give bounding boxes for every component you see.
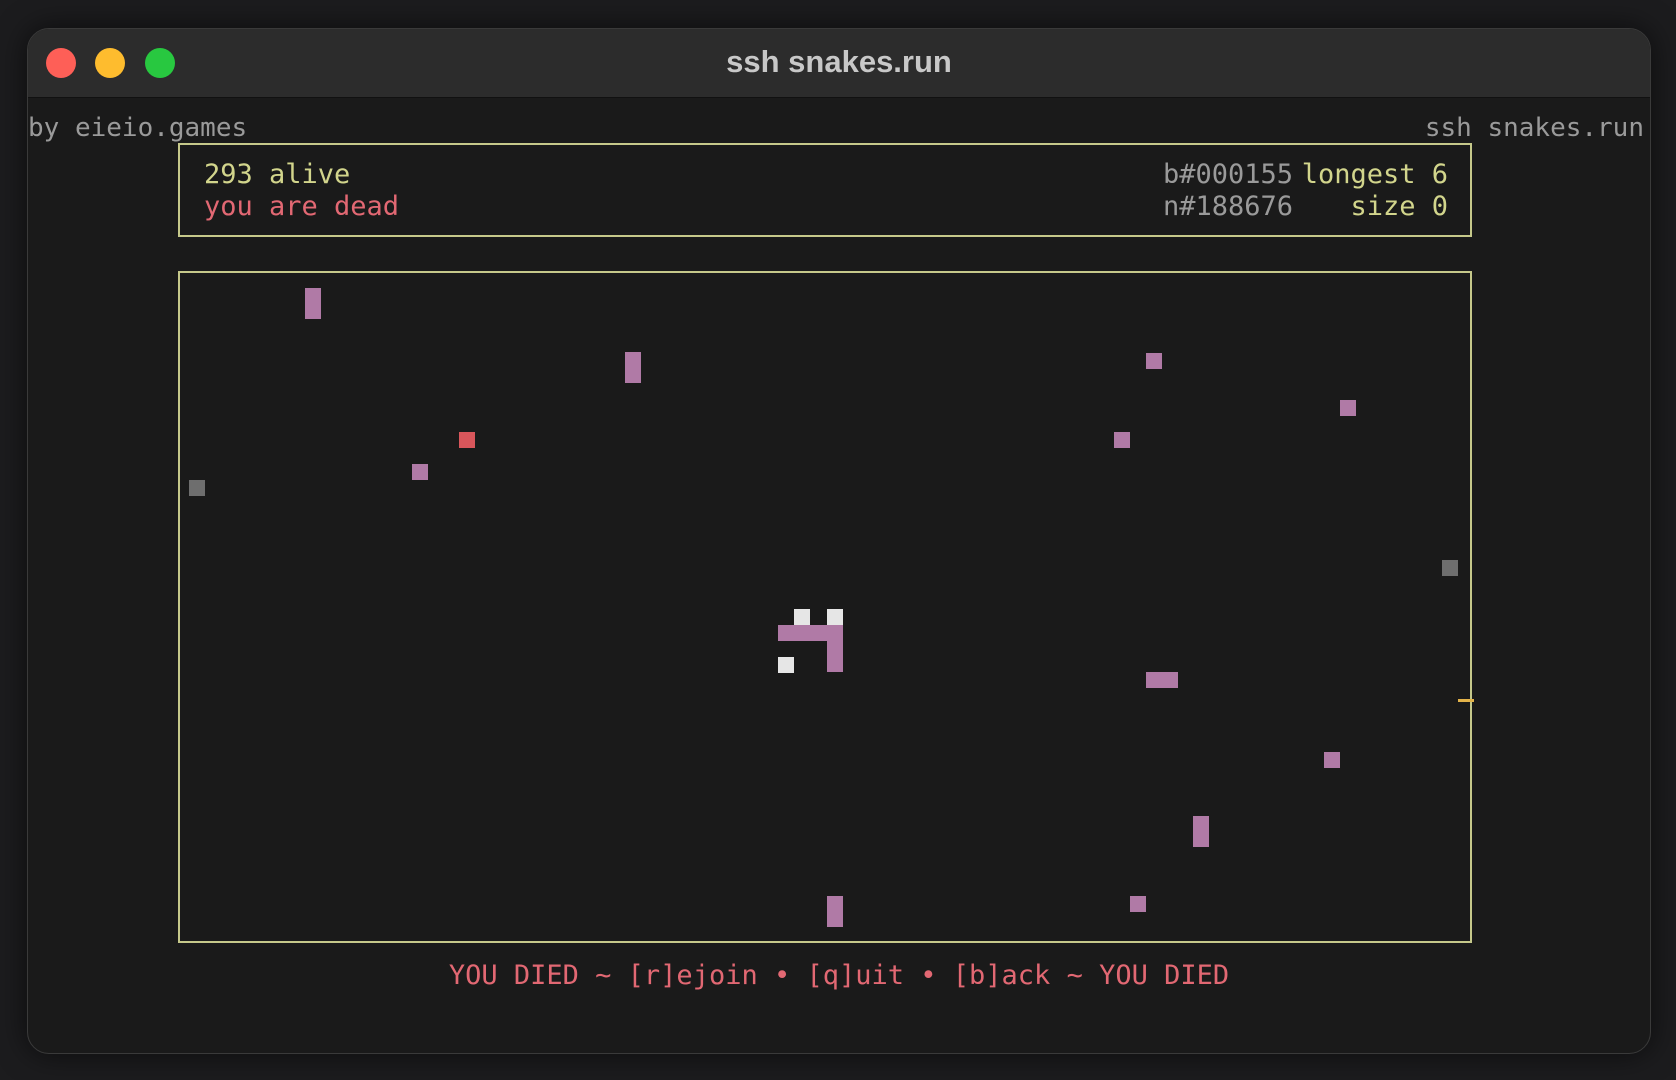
node-id: n#188676 [1163, 191, 1294, 222]
title-bar: ssh snakes.run [28, 29, 1650, 98]
terminal-window: ssh snakes.run by eieio.games ssh snakes… [27, 28, 1651, 1054]
death-message: YOU DIED ~ [r]ejoin • [q]uit • [b]ack ~ … [448, 960, 1230, 991]
snake-segment [412, 464, 428, 480]
snake-segment [1146, 672, 1178, 688]
food-pellet [459, 432, 475, 448]
dead-snake-block [1442, 560, 1458, 576]
snake-segment [827, 896, 843, 927]
snake-segment [1114, 432, 1130, 448]
snake-segment [1130, 896, 1146, 912]
snake-segment [827, 625, 843, 672]
size-stat: size 0 [1350, 191, 1448, 222]
game-board [178, 271, 1474, 943]
hostname-text: ssh snakes.run [1424, 113, 1644, 143]
alive-count: 293 alive [204, 159, 351, 190]
board-id: b#000155 [1163, 159, 1294, 190]
snake-segment [1324, 752, 1340, 768]
player-remains-block [794, 609, 810, 625]
snake-segment [1193, 816, 1209, 847]
player-state: you are dead [204, 191, 400, 222]
player-remains-block [778, 657, 794, 673]
item-marker [1458, 699, 1474, 702]
snake-segment [305, 288, 321, 319]
snake-segment [1146, 353, 1162, 369]
status-panel: 293 alive you are dead b#000155 n#188676… [178, 143, 1472, 237]
longest-stat: longest 6 [1301, 159, 1448, 190]
dead-snake-block [189, 480, 205, 496]
window-title: ssh snakes.run [726, 44, 952, 79]
credit-text: by eieio.games [28, 113, 248, 143]
snake-segment [1340, 400, 1356, 416]
player-remains-block [827, 609, 843, 625]
snake-segment [625, 352, 641, 383]
